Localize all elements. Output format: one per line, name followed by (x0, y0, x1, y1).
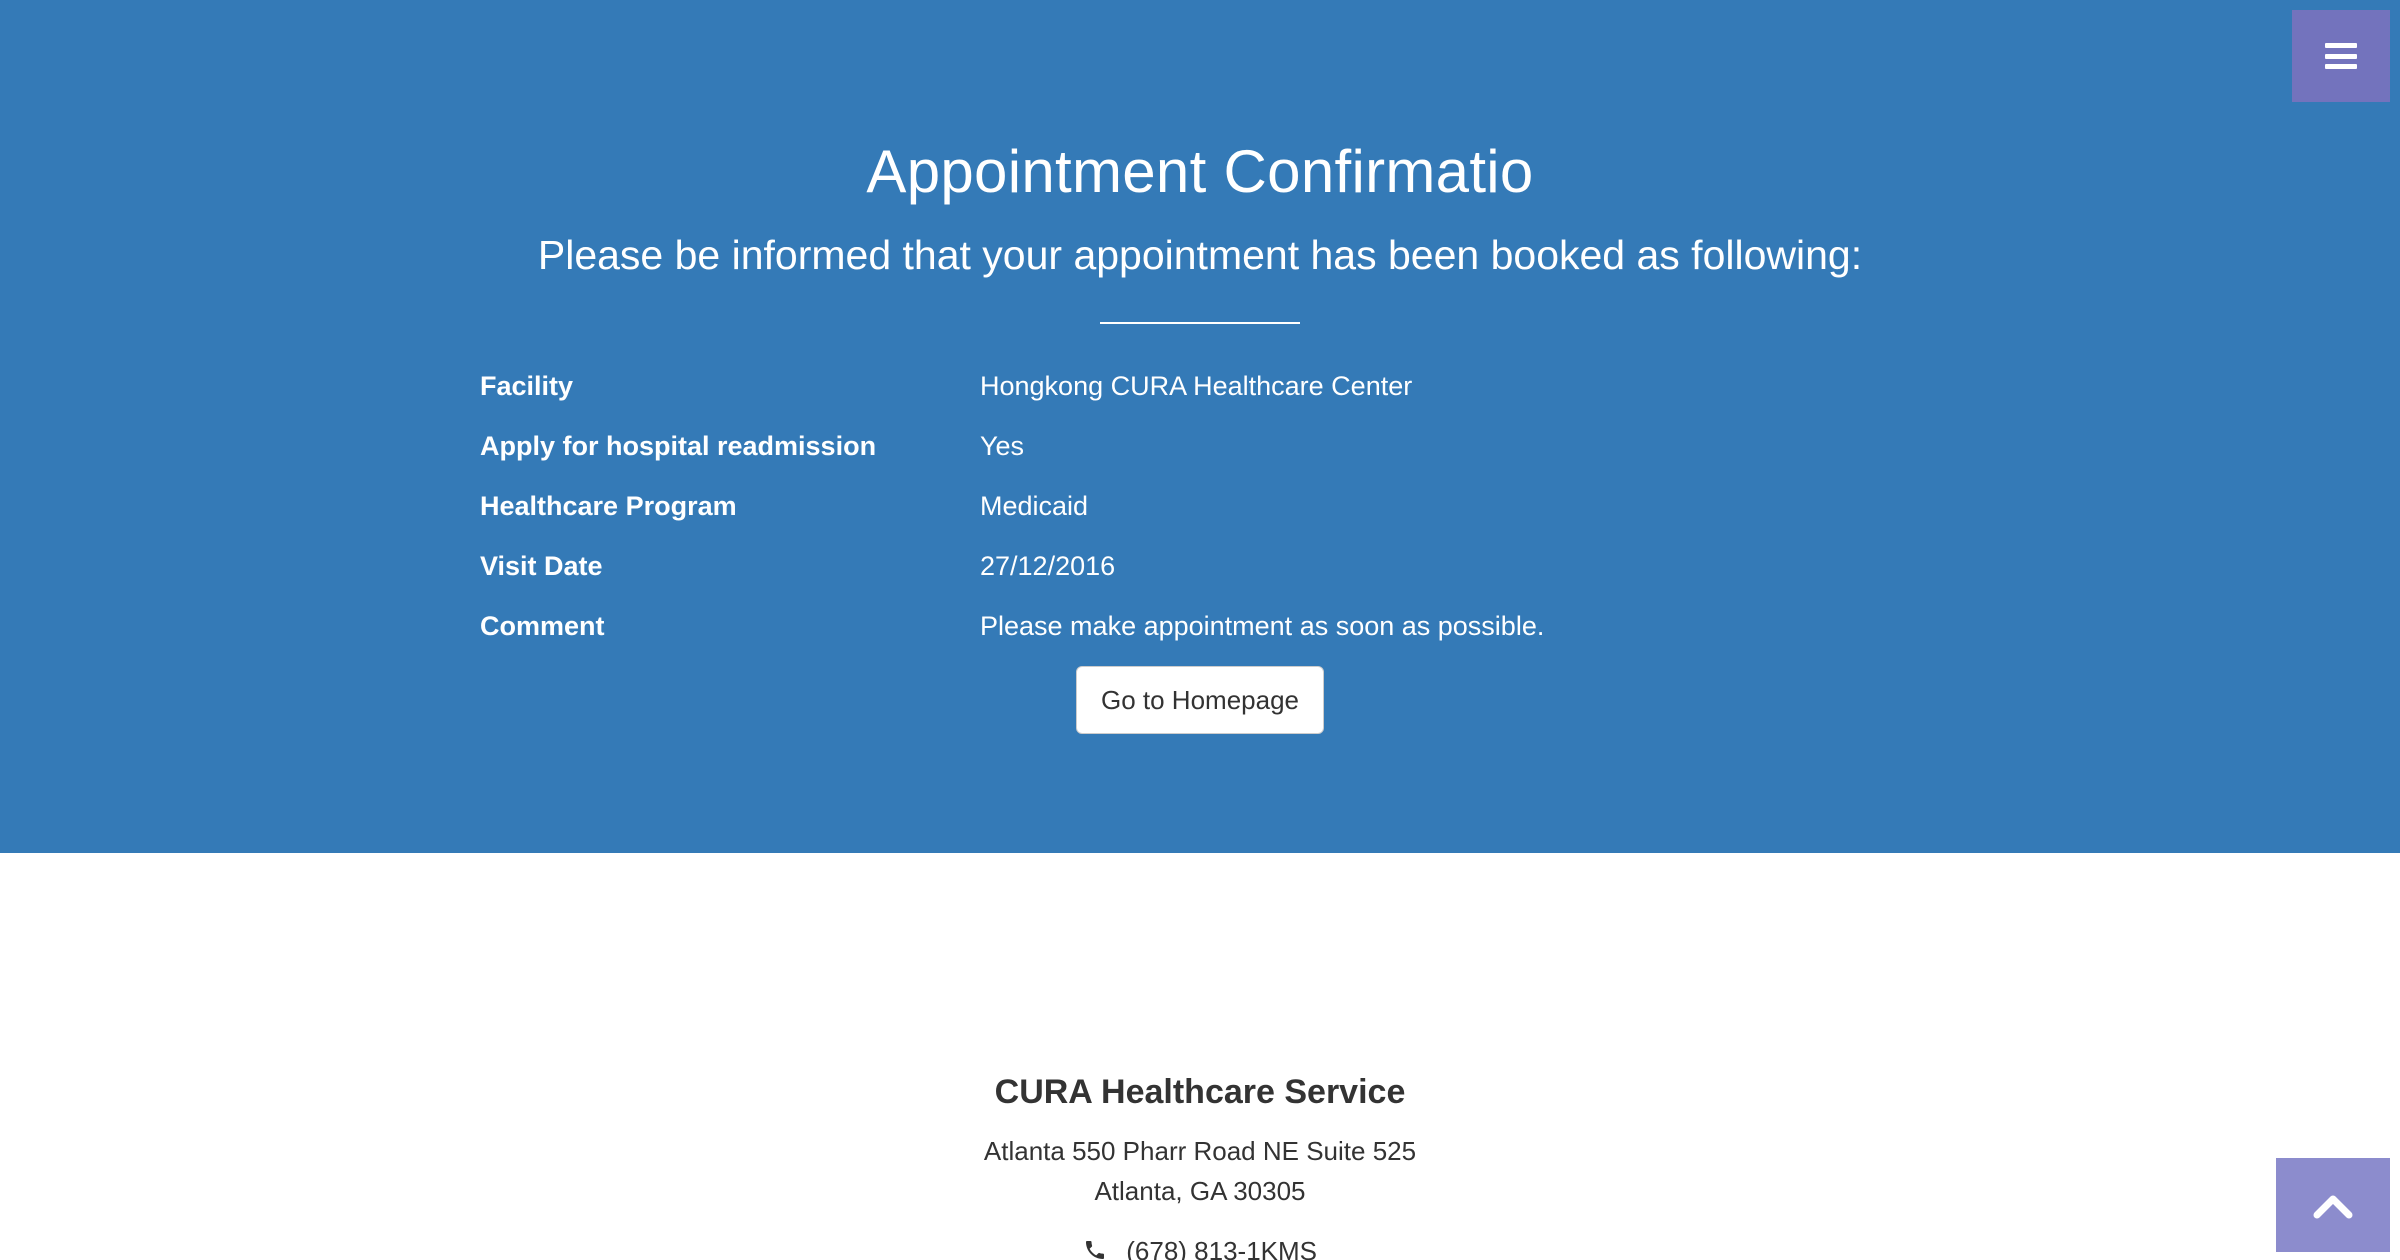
detail-row-visit-date: Visit Date 27/12/2016 (480, 540, 1920, 600)
address-line-1: Atlanta 550 Pharr Road NE Suite 525 (983, 1136, 1417, 1166)
facility-value: Hongkong CURA Healthcare Center (980, 371, 1413, 401)
detail-label: Apply for hospital readmission (480, 431, 877, 461)
footer-title: CURA Healthcare Service (994, 1073, 1406, 1111)
footer: CURA Healthcare Service Atlanta 550 Phar… (0, 853, 2400, 1260)
visit-date-value: 27/12/2016 (980, 551, 1116, 581)
readmission-value: Yes (980, 431, 1025, 461)
detail-row-facility: Facility Hongkong CURA Healthcare Center (480, 360, 1920, 420)
chevron-up-icon (2313, 1195, 2353, 1219)
hero-section: Appointment Confirmatio Please be inform… (0, 0, 2400, 853)
page-title: Appointment Confirmatio (866, 138, 1534, 205)
title-divider (1100, 322, 1300, 324)
detail-label: Visit Date (480, 551, 603, 581)
go-to-homepage-button[interactable]: Go to Homepage (1076, 666, 1324, 734)
footer-phone: (678) 813-1KMS (0, 1231, 2400, 1260)
page-subtitle: Please be informed that your appointment… (537, 232, 1863, 278)
hamburger-icon (2325, 43, 2357, 69)
detail-label: Healthcare Program (480, 491, 737, 521)
address-line-2: Atlanta, GA 30305 (1094, 1176, 1306, 1206)
menu-toggle-button[interactable] (2292, 10, 2390, 102)
footer-address: Atlanta 550 Pharr Road NE Suite 525 Atla… (0, 1131, 2400, 1211)
phone-icon (1083, 1233, 1107, 1260)
detail-label: Facility (480, 371, 574, 401)
program-value: Medicaid (980, 491, 1089, 521)
detail-row-readmission: Apply for hospital readmission Yes (480, 420, 1920, 480)
detail-row-program: Healthcare Program Medicaid (480, 480, 1920, 540)
detail-label: Comment (480, 611, 605, 641)
appointment-details: Facility Hongkong CURA Healthcare Center… (480, 360, 1920, 660)
scroll-to-top-button[interactable] (2276, 1158, 2390, 1252)
detail-row-comment: Comment Please make appointment as soon … (480, 600, 1920, 660)
phone-number[interactable]: (678) 813-1KMS (1126, 1236, 1317, 1260)
comment-value: Please make appointment as soon as possi… (980, 611, 1545, 641)
